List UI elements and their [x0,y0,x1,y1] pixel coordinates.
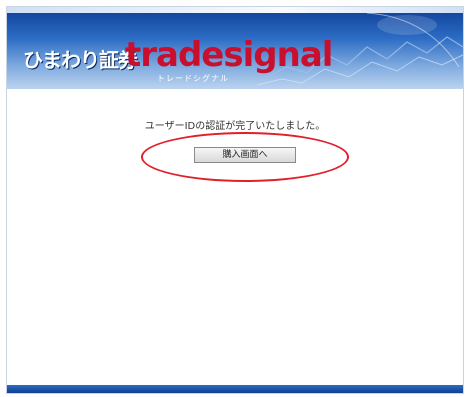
go-to-purchase-button[interactable]: 購入画面へ [194,147,296,163]
logo-kana-caption: トレードシグナル [157,74,229,83]
header-banner: ひまわり証券 tradesignal トレードシグナル [7,7,463,89]
logo-tradesignal: tradesignal [125,35,334,75]
footer-bar [7,385,463,393]
confirmation-message: ユーザーIDの認証が完了いたしました。 [144,121,326,132]
logo-brand-post: ignal [242,35,334,75]
logo-company-name: ひまわり証券 [23,48,138,72]
page-frame: ひまわり証券 tradesignal トレードシグナル ユーザーIDの認証が完了… [6,6,464,394]
logo-brand-pre: trade [125,35,224,75]
logo-brand-s: s [223,35,243,75]
